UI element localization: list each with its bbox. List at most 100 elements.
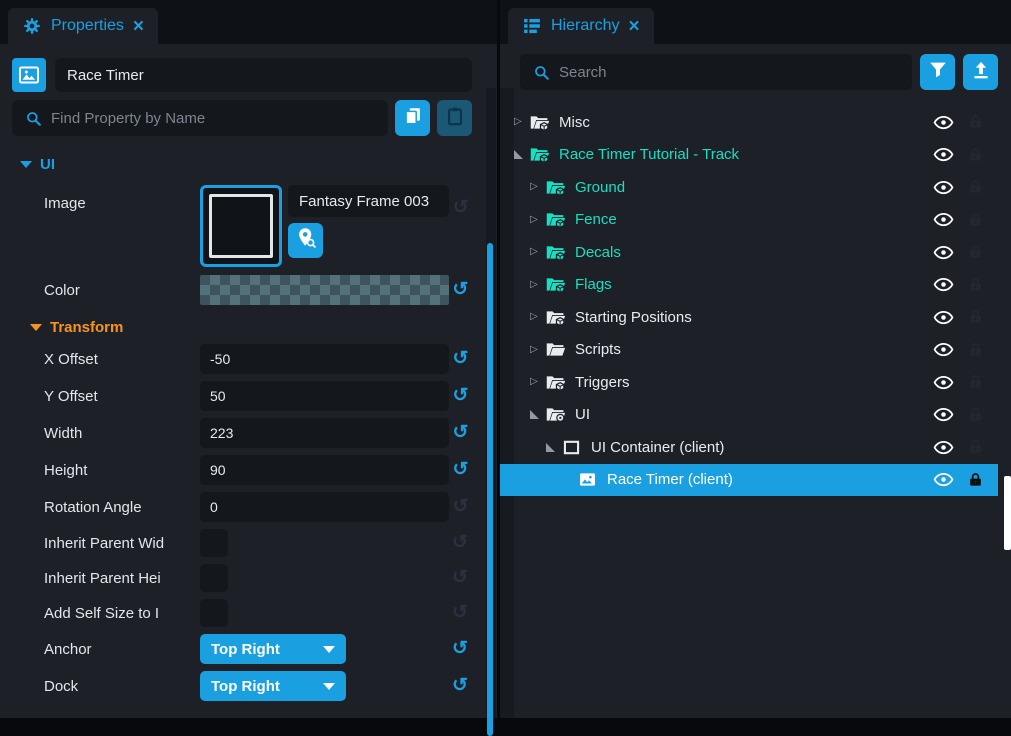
tree-row-fence[interactable]: ▷Fence: [500, 204, 998, 237]
reset-button-dock[interactable]: ↺: [448, 674, 472, 697]
lock-icon[interactable]: [967, 471, 984, 489]
visibility-eye-icon[interactable]: [933, 212, 954, 227]
number-field-y-offset[interactable]: 50: [200, 381, 449, 411]
reset-button-width[interactable]: ↺: [449, 421, 472, 444]
copy-icon: [402, 105, 424, 132]
collapse-arrow-icon[interactable]: ▷: [514, 117, 529, 127]
tree-row-ui-container-client[interactable]: UI Container (client): [500, 431, 998, 464]
number-field-height[interactable]: 90: [200, 455, 449, 485]
tree-row-ground[interactable]: ▷ Ground: [500, 171, 998, 204]
object-name-input[interactable]: [67, 67, 460, 84]
visibility-eye-icon[interactable]: [933, 342, 954, 357]
lock-icon[interactable]: [967, 146, 984, 164]
visibility-eye-icon[interactable]: [933, 310, 954, 325]
tree-row-race-timer-tutorial-track[interactable]: Race Timer Tutorial - Track: [500, 139, 998, 172]
number-field-width[interactable]: 223: [200, 418, 449, 448]
property-search-field[interactable]: [12, 100, 388, 136]
tree-row-misc[interactable]: ▷ Misc: [500, 106, 998, 139]
image-icon: [577, 469, 598, 490]
properties-scrollbar-track[interactable]: [486, 88, 496, 718]
expand-arrow-icon[interactable]: [514, 150, 529, 159]
ui-section-header[interactable]: UI: [20, 156, 472, 173]
close-icon[interactable]: ×: [628, 17, 639, 36]
checkbox-inherit-parent-wid[interactable]: [200, 529, 228, 557]
collapse-arrow-icon[interactable]: ▷: [530, 345, 545, 355]
find-asset-button[interactable]: [288, 223, 323, 258]
hierarchy-search-input[interactable]: [559, 64, 900, 81]
property-label: Dock: [44, 678, 200, 695]
tree-item-label: UI: [575, 406, 590, 423]
collapse-arrow-icon[interactable]: ▷: [530, 215, 545, 225]
visibility-eye-icon[interactable]: [933, 147, 954, 162]
properties-scrollbar-thumb[interactable]: [487, 243, 493, 736]
lock-icon[interactable]: [967, 211, 984, 229]
lock-icon[interactable]: [967, 178, 984, 196]
expand-arrow-icon[interactable]: [546, 443, 561, 452]
collapse-arrow-icon[interactable]: ▷: [530, 377, 545, 387]
reset-button-anchor[interactable]: ↺: [448, 637, 472, 660]
hierarchy-search-field[interactable]: [520, 54, 912, 90]
hierarchy-scrollbar-thumb[interactable]: [1004, 476, 1011, 550]
tab-properties[interactable]: Properties ×: [8, 8, 158, 44]
folder-cube-icon: [529, 144, 550, 165]
lock-icon[interactable]: [967, 406, 984, 424]
lock-icon[interactable]: [967, 243, 984, 261]
paste-properties-button[interactable]: [437, 100, 472, 136]
image-thumbnail[interactable]: [200, 185, 282, 267]
visibility-eye-icon[interactable]: [933, 407, 954, 422]
reset-color-button[interactable]: ↺: [449, 278, 472, 301]
tree-row-flags[interactable]: ▷Flags: [500, 269, 998, 302]
collapse-arrow-icon[interactable]: ▷: [530, 182, 545, 192]
image-asset-field[interactable]: Fantasy Frame 003: [288, 185, 449, 217]
tree-row-decals[interactable]: ▷Decals: [500, 236, 998, 269]
tree-row-scripts[interactable]: ▷Scripts: [500, 334, 998, 367]
collapse-arrow-icon[interactable]: ▷: [530, 247, 545, 257]
tree-row-race-timer-client[interactable]: Race Timer (client): [500, 464, 998, 497]
tree-row-triggers[interactable]: ▷ Triggers: [500, 366, 998, 399]
collapse-arrow-icon[interactable]: ▷: [530, 280, 545, 290]
visibility-eye-icon[interactable]: [933, 277, 954, 292]
visibility-eye-icon[interactable]: [933, 472, 954, 487]
tree-item-label: Misc: [559, 114, 590, 131]
lock-icon[interactable]: [967, 276, 984, 294]
tree-item-label: Ground: [575, 179, 625, 196]
checkbox-inherit-parent-hei[interactable]: [200, 564, 228, 592]
visibility-eye-icon[interactable]: [933, 180, 954, 195]
reset-button-x-offset[interactable]: ↺: [449, 347, 472, 370]
close-icon[interactable]: ×: [133, 17, 144, 36]
tree-item-label: Race Timer (client): [607, 471, 733, 488]
lock-icon[interactable]: [967, 373, 984, 391]
tree-row-ui[interactable]: UI: [500, 399, 998, 432]
dropdown-dock[interactable]: Top Right: [200, 671, 346, 701]
object-name-field[interactable]: [55, 58, 472, 92]
visibility-eye-icon[interactable]: [933, 375, 954, 390]
filter-button[interactable]: [920, 54, 955, 90]
number-field-x-offset[interactable]: -50: [200, 344, 449, 374]
lock-icon[interactable]: [967, 341, 984, 359]
visibility-eye-icon[interactable]: [933, 440, 954, 455]
tree-item-label: Triggers: [575, 374, 629, 391]
property-search-input[interactable]: [51, 110, 376, 127]
checkbox-add-self-size-to-i[interactable]: [200, 599, 228, 627]
upload-button[interactable]: [963, 54, 998, 90]
reset-button-height[interactable]: ↺: [449, 458, 472, 481]
transform-section-header[interactable]: Transform: [30, 319, 472, 336]
collapse-arrow-icon[interactable]: ▷: [530, 312, 545, 322]
lock-icon[interactable]: [967, 113, 984, 131]
property-row-width: Width223↺: [44, 418, 472, 448]
visibility-eye-icon[interactable]: [933, 245, 954, 260]
visibility-eye-icon[interactable]: [933, 115, 954, 130]
number-field-rotation-angle[interactable]: 0: [200, 492, 449, 522]
lock-icon[interactable]: [967, 438, 984, 456]
color-swatch[interactable]: [200, 275, 449, 305]
copy-properties-button[interactable]: [395, 100, 430, 136]
reset-button-y-offset[interactable]: ↺: [449, 384, 472, 407]
object-type-image-icon: [12, 58, 46, 92]
expand-arrow-icon[interactable]: [530, 410, 545, 419]
property-row-inherit-parent-wid: Inherit Parent Wid↺: [44, 529, 472, 557]
tab-hierarchy[interactable]: Hierarchy ×: [508, 8, 654, 44]
tree-row-starting-positions[interactable]: ▷Starting Positions: [500, 301, 998, 334]
lock-icon[interactable]: [967, 308, 984, 326]
dropdown-anchor[interactable]: Top Right: [200, 634, 346, 664]
image-asset-name: Fantasy Frame 003: [299, 193, 429, 210]
